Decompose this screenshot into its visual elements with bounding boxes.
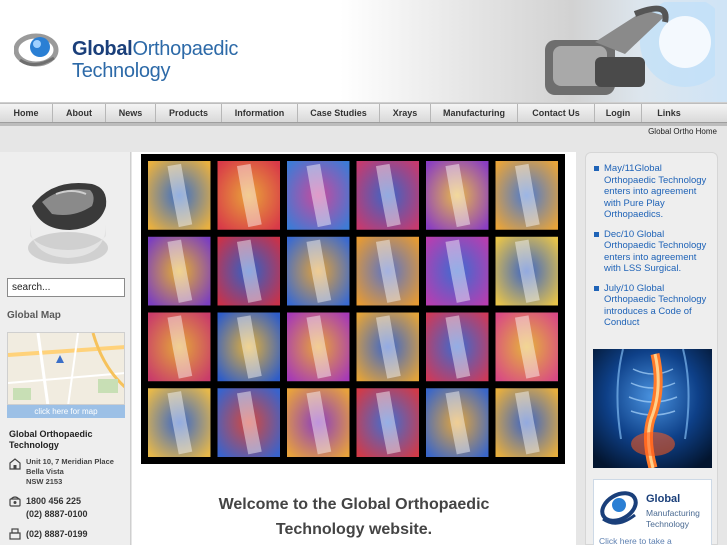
phone-local: (02) 8887-0100 — [26, 509, 88, 519]
knee-implant-image — [545, 2, 715, 95]
phone-icon — [9, 496, 21, 507]
welcome-heading: Welcome to the Global Orthopaedic Techno… — [132, 492, 576, 542]
promo-subtitle-line1: Manufacturing — [646, 508, 700, 518]
address-line3: NSW 2153 — [26, 477, 63, 486]
address-line1: Unit 10, 7 Meridian Place — [26, 457, 114, 466]
manufacturing-logo-icon — [600, 491, 638, 525]
welcome-line2: Technology website. — [275, 521, 433, 538]
manufacturing-promo[interactable]: Global Manufacturing Technology Click he… — [593, 479, 712, 545]
map-graphic — [8, 333, 124, 404]
nav-products[interactable]: Products — [156, 104, 222, 122]
location-map[interactable] — [7, 332, 125, 405]
building-icon — [9, 458, 21, 470]
main-nav: Home About News Products Information Cas… — [0, 103, 727, 123]
nav-xrays[interactable]: Xrays — [380, 104, 431, 122]
fax-number: (02) 8887-0199 — [26, 529, 88, 539]
welcome-line1: Welcome to the Global Orthopaedic — [218, 496, 490, 513]
promo-click-text[interactable]: Click here to take a — [599, 536, 672, 545]
address-block: Unit 10, 7 Meridian Place Bella Vista NS… — [26, 457, 114, 487]
right-sidebar: May/11Global Orthopaedic Technology ente… — [585, 152, 718, 545]
product-implant-image — [28, 182, 108, 264]
logo-bold: Global — [72, 38, 133, 60]
nav-divider — [0, 123, 727, 126]
nav-information[interactable]: Information — [222, 104, 298, 122]
news-list: May/11Global Orthopaedic Technology ente… — [594, 163, 714, 337]
nav-case-studies[interactable]: Case Studies — [298, 104, 380, 122]
nav-news[interactable]: News — [106, 104, 156, 122]
logo-thin: Orthopaedic — [132, 38, 239, 60]
xray-mosaic-image — [141, 154, 565, 464]
phone-tollfree: 1800 456 225 — [26, 496, 82, 506]
main-content: Welcome to the Global Orthopaedic Techno… — [132, 152, 576, 545]
logo-wordmark[interactable]: GlobalOrthopaedic Technology — [72, 38, 238, 82]
nav-manufacturing[interactable]: Manufacturing — [431, 104, 518, 122]
news-item[interactable]: Dec/10 Global Orthopaedic Technology ent… — [594, 229, 714, 275]
phone-block: 1800 456 225 (02) 8887-0100 — [26, 495, 88, 521]
news-item[interactable]: July/10 Global Orthopaedic Technology in… — [594, 283, 714, 329]
nav-about[interactable]: About — [53, 104, 106, 122]
nav-contact-us[interactable]: Contact Us — [518, 104, 595, 122]
left-sidebar: Global Map click here for map Global Ort… — [0, 152, 131, 545]
promo-subtitle-line2: Technology — [646, 519, 690, 529]
nav-links[interactable]: Links — [642, 104, 696, 122]
address-line2: Bella Vista — [26, 467, 64, 476]
promo-title: Global — [646, 493, 681, 505]
logo-line2: Technology — [72, 60, 171, 82]
fax-icon — [9, 528, 21, 540]
news-item[interactable]: May/11Global Orthopaedic Technology ente… — [594, 163, 714, 221]
global-map-title: Global Map — [7, 310, 61, 321]
breadcrumb[interactable]: Global Ortho Home — [648, 127, 717, 136]
globe-logo-icon[interactable] — [14, 30, 64, 72]
promo-subtitle: Manufacturing Technology — [646, 508, 700, 530]
search-input[interactable] — [7, 278, 125, 297]
company-name: Global Orthopaedic Technology — [9, 429, 93, 450]
nav-home[interactable]: Home — [0, 104, 53, 122]
nav-login[interactable]: Login — [595, 104, 642, 122]
map-link-button[interactable]: click here for map — [7, 405, 125, 418]
site-header: GlobalOrthopaedic Technology — [0, 0, 727, 103]
spine-xray-image — [593, 349, 712, 468]
